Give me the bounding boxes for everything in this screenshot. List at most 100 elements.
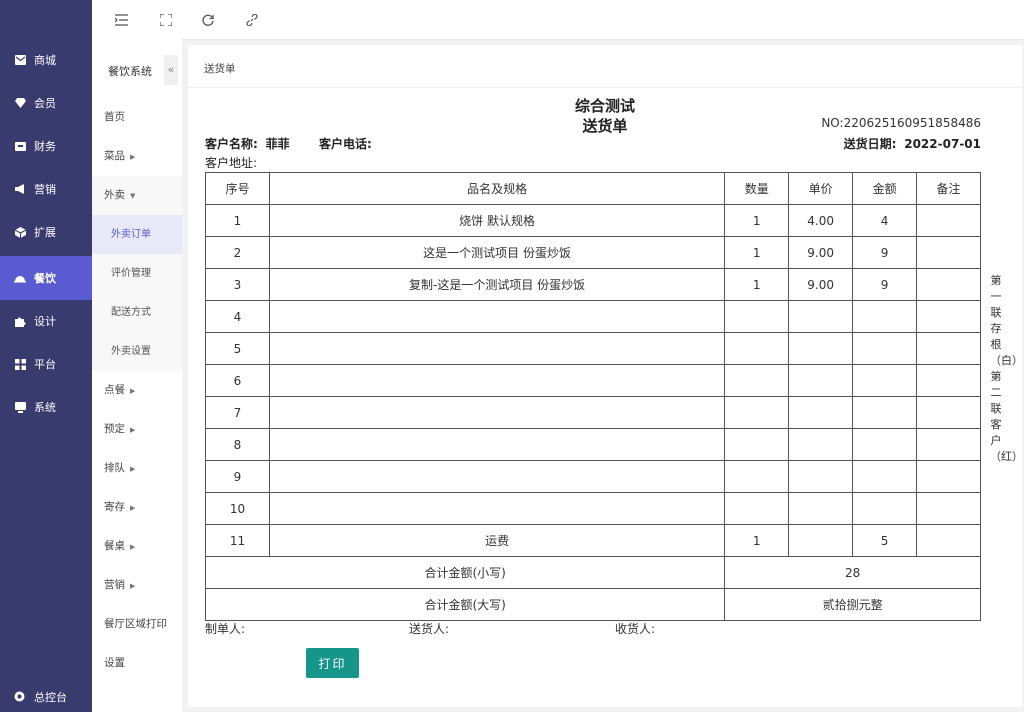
sub-item-home[interactable]: 首页 — [92, 98, 182, 137]
signature-maker: 制单人: — [205, 622, 246, 636]
table-cell — [852, 364, 918, 397]
table-cell: 运费 — [268, 524, 726, 557]
refresh-icon[interactable] — [200, 12, 216, 28]
nav-item-marketing[interactable]: 营销 — [0, 169, 92, 209]
nav-item-console[interactable]: 总控台 — [0, 682, 92, 712]
table-cell — [788, 492, 854, 525]
table-cell — [916, 364, 981, 397]
table-cell — [788, 524, 854, 557]
sub-item-area-printing[interactable]: 餐厅区域打印 — [92, 605, 182, 644]
sub-item-takeout-settings[interactable]: 外卖设置 — [92, 332, 182, 371]
table-cell — [268, 300, 726, 333]
total-big-value: 贰拾捌元整 — [724, 588, 981, 621]
table-cell — [788, 460, 854, 493]
menu-fold-icon[interactable] — [114, 12, 130, 28]
table-cell — [724, 492, 790, 525]
sub-item-ordering[interactable]: 点餐 ▶ — [92, 371, 182, 410]
table-cell: 3 — [205, 268, 270, 301]
table-cell: 1 — [724, 236, 790, 269]
table-cell: 8 — [205, 428, 270, 461]
puzzle-icon — [14, 315, 26, 327]
grid-icon — [14, 358, 26, 370]
table-cell — [724, 428, 790, 461]
sub-item-reservation[interactable]: 预定 ▶ — [92, 410, 182, 449]
table-row: 1 烧饼 默认规格 1 4.00 4 — [205, 204, 981, 237]
table-cell — [268, 332, 726, 365]
table-cell: 5 — [852, 524, 918, 557]
table-cell: 9.00 — [788, 268, 854, 301]
table-cell: 9 — [852, 236, 918, 269]
sub-item-storage[interactable]: 寄存 ▶ — [92, 488, 182, 527]
table-cell: 1 — [724, 204, 790, 237]
table-cell — [724, 300, 790, 333]
table-cell: 4 — [852, 204, 918, 237]
table-row: 4 — [205, 300, 981, 333]
sub-sidebar: 餐饮系统 « 首页 菜品 ▶ 外卖 ▼ 外卖订单 评价管理 配送方式 外卖设置 点餐… — [92, 0, 182, 712]
table-cell: 9.00 — [788, 236, 854, 269]
copy-note-2: 第二联客户（红） — [990, 370, 1023, 463]
nav-item-catering[interactable]: 餐饮 — [0, 256, 92, 300]
table-cell — [268, 460, 726, 493]
table-cell — [916, 332, 981, 365]
table-cell: 10 — [205, 492, 270, 525]
nav-label: 商城 — [34, 54, 56, 67]
column-header: 序号 — [205, 172, 270, 205]
table-cell: 复制-这是一个测试项目 份蛋炒饭 — [268, 268, 726, 301]
content-panel: 送货单 综合测试 送货单 NO:220625160951858486 客户名称:… — [188, 45, 1023, 707]
sub-item-takeout-orders[interactable]: 外卖订单 — [92, 215, 182, 254]
sub-item-delivery-methods[interactable]: 配送方式 — [92, 293, 182, 332]
table-cell — [852, 332, 918, 365]
link-icon[interactable] — [244, 12, 260, 28]
signature-receiver: 收货人: — [615, 622, 656, 636]
table-cell — [268, 492, 726, 525]
table-header-row: 序号 品名及规格 数量 单价 金额 备注 — [205, 172, 981, 205]
copy-note-1: 第一联存根（白） — [990, 274, 1023, 367]
sub-item-tables[interactable]: 餐桌 ▶ — [92, 527, 182, 566]
table-cell — [788, 364, 854, 397]
breadcrumb: 送货单 — [204, 63, 236, 75]
table-cell: 这是一个测试项目 份蛋炒饭 — [268, 236, 726, 269]
table-cell: 11 — [205, 524, 270, 557]
total-big-label: 合计金额(大写) — [204, 588, 726, 621]
table-cell: 烧饼 默认规格 — [268, 204, 726, 237]
nav-item-extend[interactable]: 扩展 — [0, 212, 92, 252]
sub-item-settings[interactable]: 设置 — [92, 644, 182, 683]
fullscreen-icon[interactable] — [158, 12, 174, 28]
sub-item-takeout[interactable]: 外卖 ▼ — [92, 176, 182, 215]
nav-item-design[interactable]: 设计 — [0, 301, 92, 341]
table-cell — [788, 428, 854, 461]
table-cell: 4 — [205, 300, 270, 333]
table-cell — [916, 268, 981, 301]
table-cell: 5 — [205, 332, 270, 365]
table-cell: 9 — [205, 460, 270, 493]
sub-item-reviews[interactable]: 评价管理 — [92, 254, 182, 293]
table-cell — [852, 460, 918, 493]
nav-item-member[interactable]: 会员 — [0, 83, 92, 123]
table-cell: 1 — [724, 524, 790, 557]
nav-label: 平台 — [34, 358, 56, 371]
table-row: 10 — [205, 492, 981, 525]
table-cell — [852, 300, 918, 333]
company-title: 综合测试 — [574, 97, 635, 115]
table-row: 3 复制-这是一个测试项目 份蛋炒饭 1 9.00 9 — [205, 268, 981, 301]
total-small-value: 28 — [724, 556, 981, 589]
caret-right-icon: ▶ — [130, 426, 136, 434]
nav-item-finance[interactable]: 财务 — [0, 126, 92, 166]
table-cell — [788, 332, 854, 365]
column-header: 备注 — [916, 172, 981, 205]
table-row: 11 运费 1 5 — [205, 524, 981, 557]
table-cell: 2 — [205, 236, 270, 269]
sub-item-marketing[interactable]: 营销 ▶ — [92, 566, 182, 605]
sub-item-queue[interactable]: 排队 ▶ — [92, 449, 182, 488]
nav-item-system[interactable]: 系统 — [0, 387, 92, 427]
table-cell — [268, 364, 726, 397]
sub-item-dishes[interactable]: 菜品 ▶ — [92, 137, 182, 176]
nav-item-platform[interactable]: 平台 — [0, 344, 92, 384]
nav-item-mall[interactable]: 商城 — [0, 40, 92, 80]
table-cell: 7 — [205, 396, 270, 429]
table-cell — [916, 204, 981, 237]
print-button[interactable]: 打印 — [306, 648, 359, 678]
total-small-row: 合计金额(小写) 28 — [204, 556, 981, 589]
table-cell — [788, 300, 854, 333]
collapse-button[interactable]: « — [164, 55, 178, 85]
